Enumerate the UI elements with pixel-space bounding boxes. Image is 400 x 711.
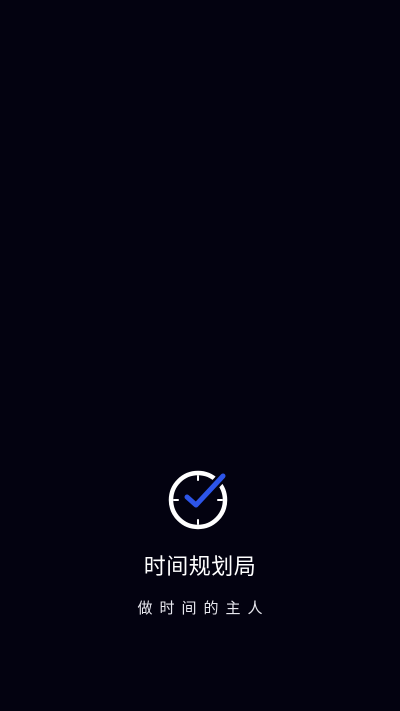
clock-check-icon bbox=[168, 470, 228, 530]
slogan-text: 做时间的主人 bbox=[137, 599, 270, 617]
splash-screen: 时间规划局 做时间的主人 bbox=[0, 0, 400, 711]
brand-block: 时间规划局 做时间的主人 bbox=[0, 468, 400, 619]
app-name: 时间规划局 bbox=[143, 555, 257, 580]
